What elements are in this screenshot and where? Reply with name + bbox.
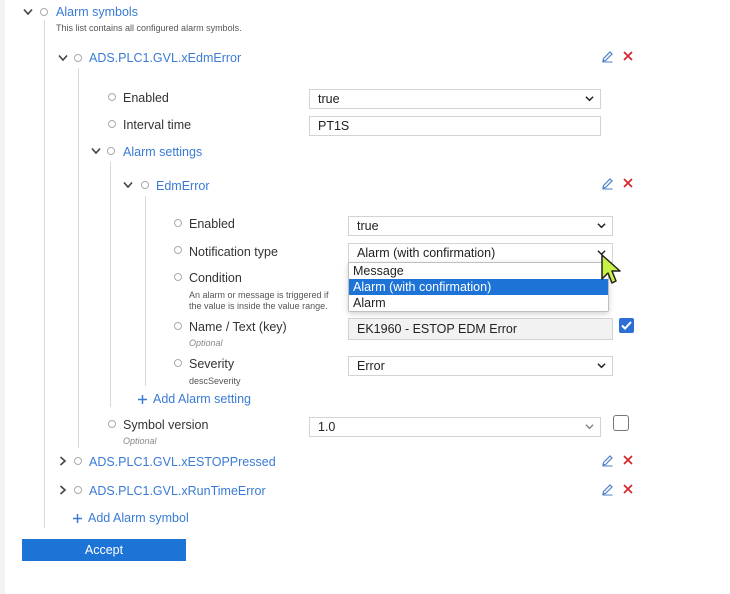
name-text-checkbox[interactable] (619, 318, 634, 333)
tree-node-dot (174, 219, 182, 227)
enabled-select[interactable]: true (309, 89, 601, 109)
severity-label: Severity (189, 357, 235, 371)
symbol-name-xEdmError[interactable]: ADS.PLC1.GVL.xEdmError (89, 51, 241, 65)
dropdown-option-alarm-with-confirmation[interactable]: Alarm (with confirmation) (349, 279, 608, 295)
chevron-right-icon[interactable] (57, 484, 69, 496)
symbol2-actions (601, 454, 635, 467)
chevron-down-icon (585, 96, 594, 102)
name-text-optional: Optional (189, 338, 223, 348)
name-text-label: Name / Text (key) (189, 320, 287, 334)
tree-line-edmerror (145, 196, 146, 386)
interval-time-label: Interval time (123, 118, 192, 132)
chevron-down-icon (597, 223, 606, 229)
accept-button[interactable]: Accept (22, 539, 186, 561)
tree-line-symbol1 (78, 68, 79, 448)
chevron-down-icon[interactable] (122, 179, 134, 191)
dropdown-option-alarm[interactable]: Alarm (349, 295, 608, 311)
chevron-down-icon[interactable] (57, 52, 69, 64)
tree-node-dot (108, 93, 116, 101)
interval-time-input[interactable]: PT1S (309, 116, 601, 136)
delete-x-icon[interactable] (622, 177, 635, 190)
setting-enabled-label: Enabled (189, 217, 235, 231)
tree-node-dot (40, 8, 48, 16)
add-alarm-setting-button[interactable]: Add Alarm setting (137, 392, 251, 406)
symbol-version-optional: Optional (123, 436, 157, 446)
setting-enabled-select[interactable]: true (348, 216, 613, 236)
tree-node-dot (74, 457, 82, 465)
symbol-version-label: Symbol version (123, 418, 209, 432)
delete-x-icon[interactable] (622, 483, 635, 496)
tree-node-dot (174, 273, 182, 281)
plus-icon (138, 394, 147, 404)
severity-select[interactable]: Error (348, 356, 613, 376)
severity-sub: descSeverity (189, 376, 241, 386)
tree-node-dot (174, 246, 182, 254)
tree-node-dot (108, 120, 116, 128)
condition-description-line1: An alarm or message is triggered if (189, 290, 329, 300)
symbol-version-select[interactable]: 1.0 (309, 417, 601, 437)
pencil-icon[interactable] (601, 483, 614, 496)
symbol1-actions (601, 50, 635, 63)
tree-node-dot (74, 54, 82, 62)
name-text-value: EK1960 - ESTOP EDM Error (357, 322, 518, 336)
mouse-cursor-icon (601, 254, 621, 284)
tree-node-dot (108, 420, 116, 428)
pencil-icon[interactable] (601, 50, 614, 63)
symbol-name-xRunTimeError[interactable]: ADS.PLC1.GVL.xRunTimeError (89, 484, 266, 498)
tree-line-alarm-settings (110, 162, 111, 407)
add-alarm-symbol-label: Add Alarm symbol (88, 511, 189, 525)
notification-type-dropdown-list: Message Alarm (with confirmation) Alarm (348, 262, 609, 312)
notification-type-label: Notification type (189, 245, 278, 259)
tree-node-dot (174, 322, 182, 330)
plus-icon (73, 513, 82, 523)
add-alarm-setting-label: Add Alarm setting (153, 392, 251, 406)
dropdown-option-message[interactable]: Message (349, 263, 608, 279)
alarm-settings-title[interactable]: Alarm settings (123, 145, 202, 159)
condition-label: Condition (189, 271, 242, 285)
pencil-icon[interactable] (601, 454, 614, 467)
symbol-name-xESTOPPressed[interactable]: ADS.PLC1.GVL.xESTOPPressed (89, 455, 276, 469)
enabled-label: Enabled (123, 91, 169, 105)
tree-node-dot (107, 147, 115, 155)
notification-type-select[interactable]: Alarm (with confirmation) (348, 243, 613, 263)
left-gutter (0, 0, 5, 594)
tree-node-dot (74, 486, 82, 494)
chevron-down-icon[interactable] (90, 145, 102, 157)
alarm-setting-name[interactable]: EdmError (156, 179, 209, 193)
setting-actions (601, 177, 635, 190)
alarm-symbols-description: This list contains all configured alarm … (56, 23, 242, 33)
check-icon (621, 321, 632, 330)
chevron-down-icon (597, 363, 606, 369)
name-text-input[interactable]: EK1960 - ESTOP EDM Error (348, 318, 613, 340)
alarm-symbols-title[interactable]: Alarm symbols (56, 5, 138, 19)
delete-x-icon[interactable] (622, 50, 635, 63)
symbol-version-value: 1.0 (318, 420, 336, 434)
chevron-down-icon[interactable] (22, 6, 34, 18)
pencil-icon[interactable] (601, 177, 614, 190)
condition-description-line2: the value is inside the value range. (189, 301, 328, 311)
tree-line-root (44, 20, 45, 528)
tree-node-dot (174, 359, 182, 367)
chevron-right-icon[interactable] (57, 455, 69, 467)
symbol3-actions (601, 483, 635, 496)
symbol-version-checkbox[interactable] (613, 415, 629, 431)
setting-enabled-value: true (357, 219, 379, 233)
enabled-value: true (318, 92, 340, 106)
notification-type-value: Alarm (with confirmation) (357, 246, 496, 260)
delete-x-icon[interactable] (622, 454, 635, 467)
interval-time-value: PT1S (318, 119, 350, 133)
severity-value: Error (357, 359, 385, 373)
tree-node-dot (141, 181, 149, 189)
chevron-down-icon (585, 424, 594, 430)
add-alarm-symbol-button[interactable]: Add Alarm symbol (72, 511, 189, 525)
